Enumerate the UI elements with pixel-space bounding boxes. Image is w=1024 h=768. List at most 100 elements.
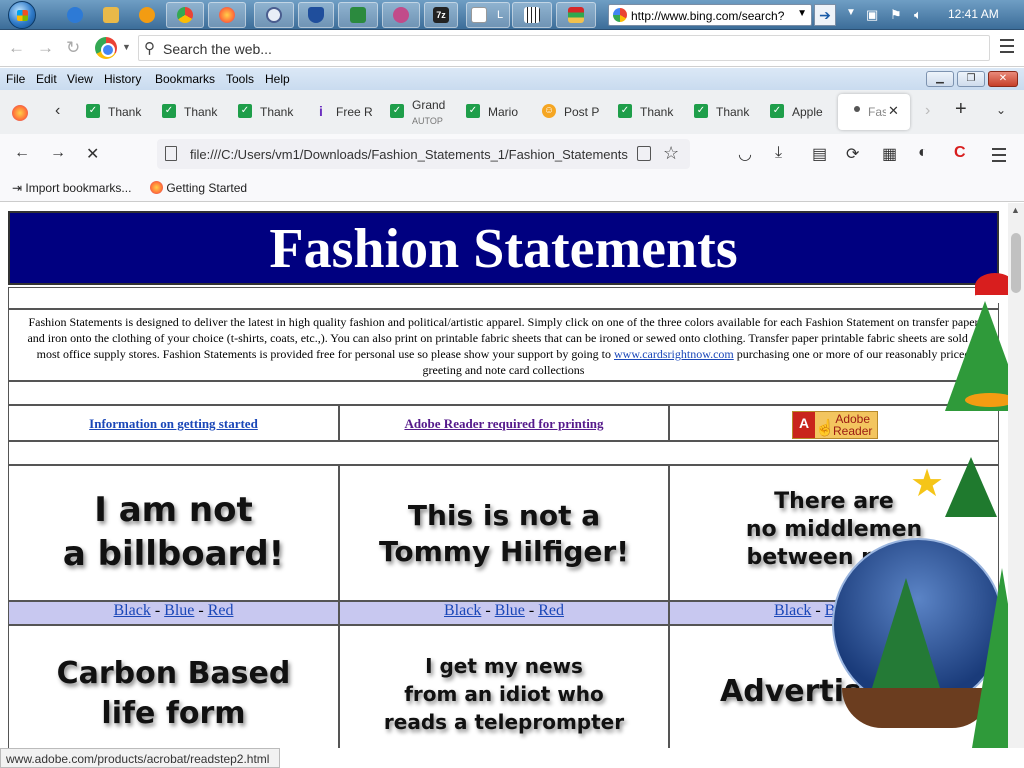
check-icon: ✓ <box>466 104 480 118</box>
taskbar-document[interactable]: L <box>466 2 510 28</box>
taskbar-firefox[interactable] <box>208 2 246 28</box>
chrome-menu-icon[interactable] <box>1000 39 1014 57</box>
tab-thank-1[interactable]: ✓ Thank <box>86 94 156 130</box>
taskbar-7zip[interactable]: 7z <box>424 2 458 28</box>
stop-loading-icon[interactable]: ✕ <box>86 144 99 164</box>
volume-icon[interactable]: 🔈︎ <box>914 7 922 23</box>
taskbar-chart-app[interactable] <box>338 2 378 28</box>
get-adobe-reader-badge[interactable]: A Adobe Reader <box>792 411 878 439</box>
loading-dot-icon <box>854 106 860 112</box>
extension-1-icon[interactable]: ▤ <box>812 144 827 164</box>
spacer-row <box>8 287 999 309</box>
close-window-button[interactable]: ✕ <box>988 71 1018 87</box>
red-link[interactable]: Red <box>538 602 564 619</box>
back-arrow-icon[interactable]: ← <box>14 144 30 162</box>
extension-3-icon[interactable]: ▦ <box>882 144 897 164</box>
tab-free-r[interactable]: i Free R <box>314 94 384 130</box>
taskbar-equalizer[interactable] <box>556 2 596 28</box>
downloads-icon[interactable]: ⤓ <box>775 144 782 162</box>
url-input[interactable]: file:///C:/Users/vm1/Downloads/Fashion_S… <box>157 139 690 169</box>
forward-arrow-icon[interactable]: → <box>50 144 66 162</box>
tab-post-p[interactable]: ☺ Post P <box>542 94 612 130</box>
taskbar-media-player[interactable] <box>132 2 162 28</box>
adobe-reader-link[interactable]: Adobe Reader required for printing <box>404 416 603 431</box>
taskbar-ie[interactable] <box>60 2 90 28</box>
shirt-line: This is not a <box>407 499 601 532</box>
taskbar-chrome[interactable] <box>166 2 204 28</box>
taskbar-explorer[interactable] <box>96 2 126 28</box>
taskbar-app-a[interactable] <box>254 2 294 28</box>
menu-history[interactable]: History <box>104 72 141 86</box>
shirt-line: I get my news <box>425 654 583 678</box>
tab-apple[interactable]: ✓ Apple <box>770 94 832 130</box>
black-link[interactable]: Black <box>774 602 811 619</box>
taskbar-paint-app[interactable] <box>382 2 420 28</box>
extension-5-icon[interactable]: C <box>954 144 966 162</box>
tab-fashion-statements[interactable]: Fas ✕ <box>838 94 910 130</box>
minimize-button[interactable]: ▁ <box>926 71 954 87</box>
back-arrow-icon[interactable]: ← <box>8 38 25 58</box>
blue-link[interactable]: Blue <box>164 602 194 619</box>
list-all-tabs-icon[interactable]: ⌄ <box>996 103 1006 117</box>
clock[interactable]: 12:41 AM <box>948 7 999 21</box>
shirt-design-4[interactable]: Carbon Based life form <box>8 625 339 748</box>
chrome-menu-dropdown-icon[interactable]: ▼ <box>122 42 131 52</box>
black-link[interactable]: Black <box>444 602 481 619</box>
taskbar-shield-app[interactable] <box>298 2 334 28</box>
tab-thank-4[interactable]: ✓ Thank <box>618 94 688 130</box>
tab-thank-5[interactable]: ✓ Thank <box>694 94 764 130</box>
tab-thank-3[interactable]: ✓ Thank <box>238 94 308 130</box>
reload-icon[interactable]: ↻ <box>66 38 80 58</box>
maximize-button[interactable]: ❐ <box>957 71 985 87</box>
menu-file[interactable]: File <box>6 72 25 86</box>
info-getting-started-link[interactable]: Information on getting started <box>89 416 258 431</box>
check-icon: ✓ <box>770 104 784 118</box>
action-center-icon[interactable]: ▣ <box>866 7 878 23</box>
firefox-tabstrip: ‹ ✓ Thank ✓ Thank ✓ Thank i Free R ✓ Gra… <box>0 90 1024 134</box>
shirt-design-1[interactable]: I am not a billboard! <box>8 465 339 601</box>
tab-thank-2[interactable]: ✓ Thank <box>162 94 232 130</box>
tab-scroll-left-icon[interactable]: ‹ <box>55 102 60 120</box>
taskbar-piano[interactable] <box>512 2 552 28</box>
forward-arrow-icon[interactable]: → <box>37 38 54 58</box>
taskbar-address-bar[interactable]: http://www.bing.com/search? ▼ <box>608 4 812 26</box>
red-link[interactable]: Red <box>208 602 234 619</box>
7zip-icon: 7z <box>433 7 449 23</box>
tray-chevron-icon[interactable]: ▼ <box>846 7 856 18</box>
menu-tools[interactable]: Tools <box>226 72 254 86</box>
menu-edit[interactable]: Edit <box>36 72 57 86</box>
cardsrightnow-link[interactable]: www.cardsrightnow.com <box>614 347 734 361</box>
chevron-down-icon[interactable]: ▼ <box>797 8 807 19</box>
bookmark-getting-started[interactable]: Getting Started <box>150 181 247 195</box>
pocket-icon[interactable]: ◡ <box>738 144 752 164</box>
page-scrollbar[interactable]: ▲ <box>1008 203 1024 748</box>
reader-view-icon[interactable] <box>637 146 651 161</box>
spacer-row <box>8 441 999 465</box>
chrome-logo-icon[interactable] <box>95 37 117 59</box>
firefox-menu-icon[interactable] <box>992 148 1006 166</box>
scroll-up-icon[interactable]: ▲ <box>1011 205 1020 215</box>
search-placeholder: Search the web... <box>163 41 272 57</box>
black-link[interactable]: Black <box>114 602 151 619</box>
firefox-view-icon[interactable] <box>12 105 28 121</box>
blue-link[interactable]: Blue <box>495 602 525 619</box>
scrollbar-thumb[interactable] <box>1011 233 1021 293</box>
tab-grand[interactable]: ✓ Grand AUTOP <box>390 94 460 130</box>
bookmark-star-icon[interactable]: ☆ <box>663 143 679 164</box>
start-button[interactable] <box>8 1 36 29</box>
extension-4-icon[interactable]: ◐ <box>918 144 928 162</box>
menu-view[interactable]: View <box>67 72 93 86</box>
shirt-design-5[interactable]: I get my news from an idiot who reads a … <box>339 625 669 748</box>
bookmark-import[interactable]: ⇥ Import bookmarks... <box>12 181 131 195</box>
network-icon[interactable]: ⚑ <box>890 7 902 23</box>
menu-bookmarks[interactable]: Bookmarks <box>155 72 215 86</box>
new-tab-icon[interactable]: + <box>955 98 967 121</box>
search-input[interactable]: ⚲ Search the web... <box>138 35 990 61</box>
address-go-button[interactable]: ➔ <box>814 4 836 26</box>
tab-close-icon[interactable]: ✕ <box>888 103 899 119</box>
menu-help[interactable]: Help <box>265 72 290 86</box>
extension-2-icon[interactable]: ⟳ <box>846 144 859 164</box>
tab-mario[interactable]: ✓ Mario <box>466 94 536 130</box>
shirt-design-2[interactable]: This is not a Tommy Hilfiger! <box>339 465 669 601</box>
tab-scroll-right-icon[interactable]: › <box>925 102 930 120</box>
